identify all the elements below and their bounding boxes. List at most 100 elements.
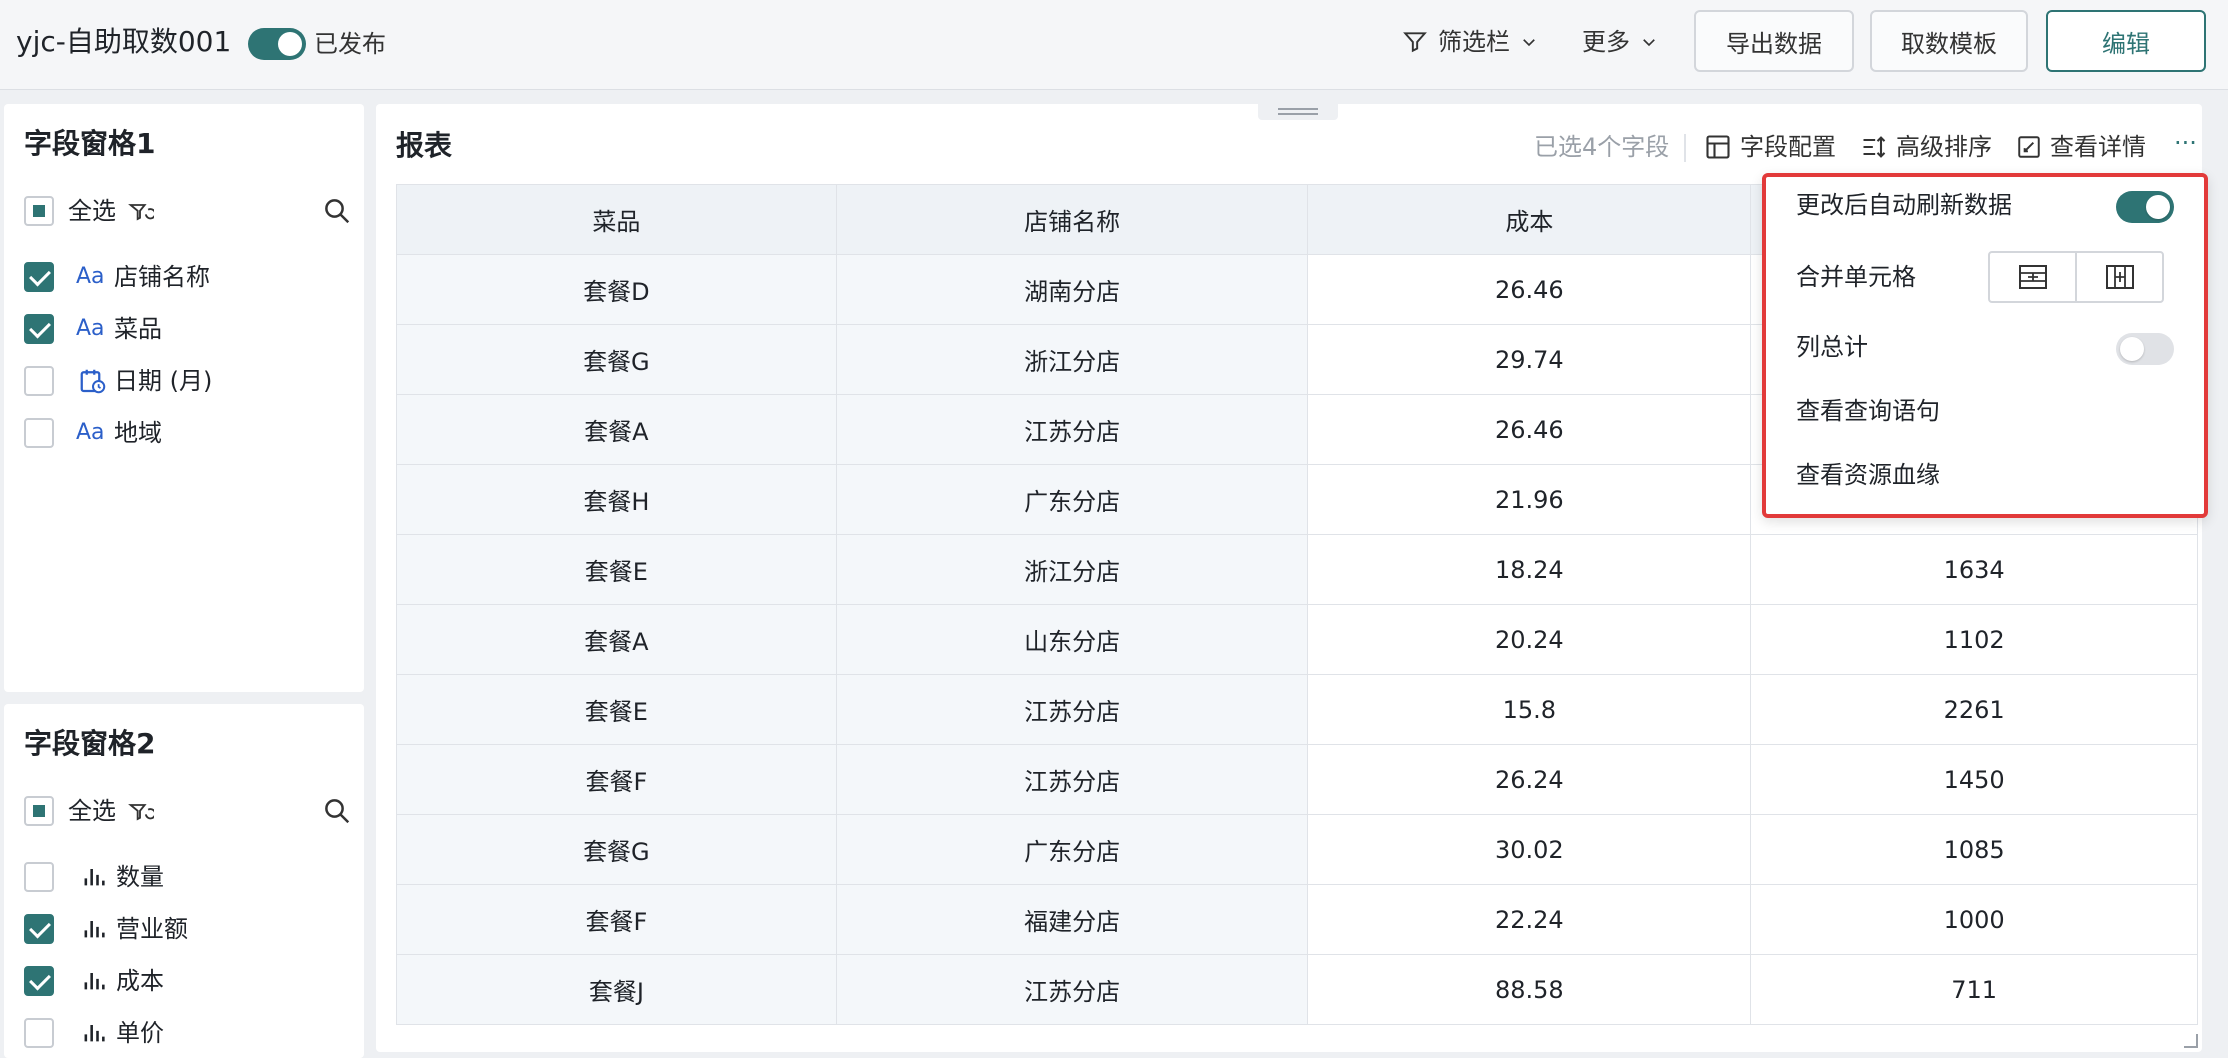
- toggle-knob: [278, 32, 302, 56]
- field-checkbox-region[interactable]: [24, 418, 54, 448]
- field-label-store-name[interactable]: 店铺名称: [114, 260, 210, 294]
- table-cell: 套餐E: [396, 674, 837, 745]
- report-title: 报表: [396, 129, 453, 162]
- column-total-toggle[interactable]: [2116, 333, 2174, 365]
- selected-fields-count: 已选4个字段: [1534, 130, 1669, 164]
- field-checkbox-cost[interactable]: [24, 966, 54, 996]
- field-label-unit-price[interactable]: 单价: [116, 1016, 164, 1050]
- select-all-label: 全选: [68, 797, 116, 825]
- field-config-button[interactable]: 字段配置: [1704, 130, 1836, 164]
- table-row: 套餐E 浙江分店 18.24 1634: [396, 534, 2198, 605]
- table-cell: 套餐H: [396, 464, 837, 535]
- chevron-down-icon: [1643, 39, 1655, 47]
- field-checkbox-revenue[interactable]: [24, 914, 54, 944]
- field-label-quantity[interactable]: 数量: [116, 860, 164, 894]
- field-checkbox-dish[interactable]: [24, 314, 54, 344]
- resize-handle[interactable]: [2184, 1034, 2198, 1048]
- column-total-label: 列总计: [1796, 333, 1868, 361]
- more-options-dropdown: 更改后自动刷新数据 合并单元格 列总计 查看查询语句 查看资源血缘: [1762, 173, 2208, 518]
- field-label-dish[interactable]: 菜品: [114, 312, 162, 346]
- table-cell: 套餐D: [396, 254, 837, 325]
- table-cell: 1450: [1750, 744, 2198, 815]
- table-cell: 711: [1750, 954, 2198, 1025]
- select-all-checkbox[interactable]: [24, 196, 54, 226]
- search-icon[interactable]: [322, 796, 352, 826]
- view-lineage-item[interactable]: 查看资源血缘: [1796, 457, 1940, 493]
- field-checkbox-quantity[interactable]: [24, 862, 54, 892]
- merge-columns-button[interactable]: [2075, 253, 2162, 301]
- filter-bar-label: 筛选栏: [1438, 28, 1510, 56]
- table-cell: 20.24: [1307, 604, 1752, 675]
- measure-field-icon: [84, 973, 105, 990]
- table-cell: 江苏分店: [835, 394, 1309, 465]
- field-config-icon: [1706, 135, 1730, 159]
- table-cell: 江苏分店: [835, 744, 1309, 815]
- drag-handle[interactable]: [1258, 104, 1338, 120]
- column-header[interactable]: 菜品: [396, 184, 837, 255]
- field-checkbox-store-name[interactable]: [24, 262, 54, 292]
- edit-button[interactable]: 编辑: [2046, 10, 2206, 72]
- field-checkbox-unit-price[interactable]: [24, 1018, 54, 1048]
- field-label-revenue[interactable]: 营业额: [116, 912, 188, 946]
- view-query-item[interactable]: 查看查询语句: [1796, 393, 1940, 429]
- measure-field-icon: [84, 869, 105, 886]
- table-cell: 套餐J: [396, 954, 837, 1025]
- column-header[interactable]: 店铺名称: [835, 184, 1309, 255]
- merge-rows-button[interactable]: [1990, 253, 2075, 301]
- table-cell: 1085: [1750, 814, 2198, 885]
- filter-icon: [1403, 32, 1427, 53]
- table-cell: 1102: [1750, 604, 2198, 675]
- select-all-checkbox[interactable]: [24, 796, 54, 826]
- table-cell: 1000: [1750, 884, 2198, 955]
- selected-count-label: 已选4个字段: [1534, 133, 1670, 161]
- field-pane-1-title: 字段窗格1: [24, 127, 156, 160]
- column-header[interactable]: 成本: [1307, 184, 1752, 255]
- field-label-date[interactable]: 日期 (月): [114, 364, 212, 398]
- fetch-template-button[interactable]: 取数模板: [1870, 10, 2028, 72]
- advanced-sort-button[interactable]: 高级排序: [1860, 130, 1992, 164]
- top-header: yjc-自助取数001 已发布 筛选栏 更多 导出数据 取数模板 编辑: [0, 0, 2228, 90]
- reset-filter-icon[interactable]: [126, 798, 154, 826]
- toggle-knob: [2146, 195, 2170, 219]
- publish-toggle[interactable]: [248, 28, 306, 60]
- field-label-cost[interactable]: 成本: [116, 964, 164, 998]
- more-options-icon: ···: [2174, 129, 2197, 157]
- text-field-icon: Aa: [76, 264, 105, 289]
- expand-icon: [2018, 136, 2040, 158]
- table-cell: 套餐G: [396, 324, 837, 395]
- search-icon[interactable]: [322, 196, 352, 226]
- more-menu-label: 更多: [1582, 28, 1630, 56]
- more-menu[interactable]: 更多: [1582, 24, 1658, 60]
- field-pane-1: 字段窗格1 全选 Aa 店铺名称 Aa 菜品 日期 (月) Aa 地域: [4, 104, 364, 692]
- view-detail-button[interactable]: 查看详情: [2016, 130, 2146, 164]
- table-cell: 广东分店: [835, 464, 1309, 535]
- field-label-region[interactable]: 地域: [114, 416, 162, 450]
- filter-bar-menu[interactable]: 筛选栏: [1402, 24, 1538, 60]
- table-cell: 套餐A: [396, 604, 837, 675]
- merge-cells-options: [1988, 251, 2164, 303]
- table-cell: 26.24: [1307, 744, 1752, 815]
- page-title: yjc-自助取数001: [16, 25, 232, 58]
- field-checkbox-date[interactable]: [24, 366, 54, 396]
- measure-field-icon: [84, 1025, 105, 1042]
- table-cell: 套餐F: [396, 744, 837, 815]
- table-cell: 30.02: [1307, 814, 1752, 885]
- table-cell: 套餐A: [396, 394, 837, 465]
- table-cell: 湖南分店: [835, 254, 1309, 325]
- chevron-down-icon: [1523, 39, 1535, 47]
- reset-filter-icon[interactable]: [126, 198, 154, 226]
- toolbar-divider: [1684, 134, 1686, 162]
- table-cell: 江苏分店: [835, 674, 1309, 745]
- auto-refresh-toggle[interactable]: [2116, 191, 2174, 223]
- more-options-button[interactable]: ···: [2174, 126, 2197, 160]
- table-cell: 22.24: [1307, 884, 1752, 955]
- table-cell: 29.74: [1307, 324, 1752, 395]
- measure-field-icon: [84, 921, 105, 938]
- table-cell: 浙江分店: [835, 534, 1309, 605]
- table-cell: 26.46: [1307, 394, 1752, 465]
- auto-refresh-label: 更改后自动刷新数据: [1796, 191, 2012, 219]
- table-row: 套餐A 山东分店 20.24 1102: [396, 604, 2198, 675]
- export-data-button[interactable]: 导出数据: [1694, 10, 1854, 72]
- table-cell: 江苏分店: [835, 954, 1309, 1025]
- table-cell: 21.96: [1307, 464, 1752, 535]
